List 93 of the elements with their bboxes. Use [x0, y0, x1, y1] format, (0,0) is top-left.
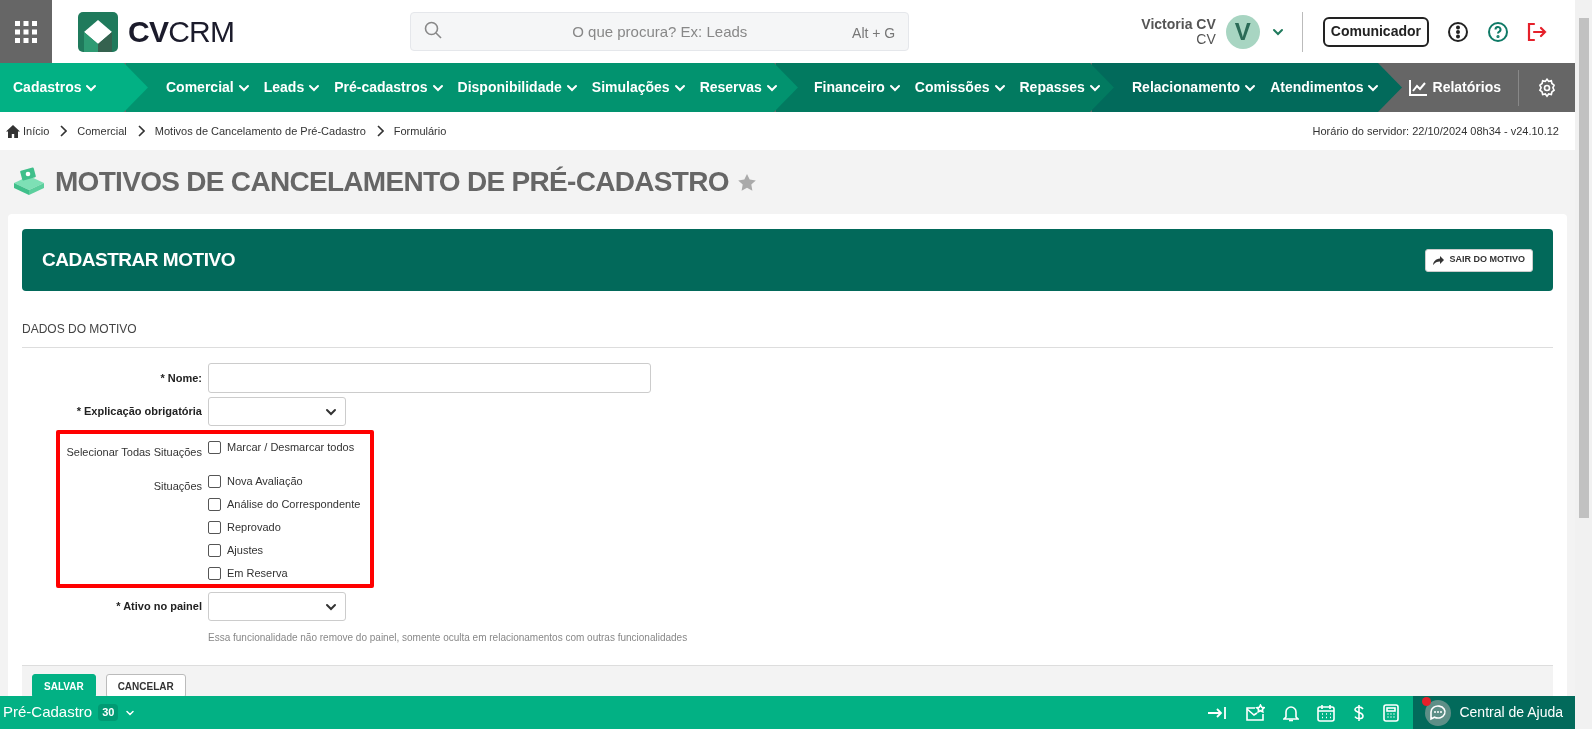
help-icon[interactable]: [1487, 20, 1509, 43]
chevron-down-icon: [1367, 83, 1380, 92]
nav-menu-item[interactable]: Pré-cadastros: [334, 77, 444, 98]
calculator-icon[interactable]: [1383, 703, 1400, 722]
checkbox-label: Análise do Correspondente: [227, 497, 361, 512]
chevron-down-icon[interactable]: [1271, 27, 1284, 36]
star-icon[interactable]: [736, 172, 757, 192]
user-subtitle: CV: [1196, 31, 1216, 47]
exit-button[interactable]: SAIR DO MOTIVO: [1425, 248, 1533, 272]
name-input[interactable]: [208, 363, 651, 393]
nav-menu-item[interactable]: Cadastros: [13, 77, 98, 98]
chevron-down-icon: [673, 83, 686, 92]
field-label: * Explicação obrigatória: [76, 405, 202, 417]
chevron-down-icon: [325, 602, 337, 611]
checkbox-label: Ajustes: [227, 543, 264, 558]
share-arrow-icon: [1433, 255, 1445, 265]
collapse-icon[interactable]: [1207, 704, 1228, 721]
money-stack-icon: [12, 167, 46, 197]
calendar-icon[interactable]: [1317, 703, 1336, 722]
checkbox-label: Em Reserva: [227, 566, 288, 581]
breadcrumb-link[interactable]: Comercial: [77, 122, 127, 140]
logo-icon: [78, 11, 118, 52]
form-title: CADASTRAR MOTIVO: [42, 247, 235, 272]
user-name: Victoria CV: [1141, 16, 1216, 32]
nav-menu-item[interactable]: Relacionamento: [1132, 77, 1257, 98]
chat-icon: [1425, 699, 1452, 726]
cancel-button[interactable]: CANCELAR: [105, 674, 186, 698]
nav-menu-item[interactable]: Atendimentos: [1270, 77, 1380, 98]
chevron-down-icon: [125, 709, 135, 716]
count-badge: 30: [98, 704, 119, 721]
chevron-down-icon: [308, 83, 321, 92]
chevron-right-icon: [375, 125, 384, 137]
chevron-down-icon: [85, 83, 98, 92]
chevron-down-icon: [237, 83, 250, 92]
more-options-icon[interactable]: [1447, 20, 1469, 43]
communicator-button[interactable]: Comunicador: [1322, 16, 1429, 47]
dropdown-field[interactable]: [208, 592, 346, 621]
nav-menu-item[interactable]: Simulações: [591, 77, 686, 98]
checkbox[interactable]: [208, 497, 221, 511]
dropdown-field[interactable]: [208, 397, 346, 426]
nav-menu-item[interactable]: Repasses: [1019, 77, 1101, 98]
bell-icon[interactable]: [1283, 703, 1300, 722]
chevron-right-icon: [59, 125, 68, 137]
breadcrumb-link[interactable]: Formulário: [393, 122, 447, 140]
module-switcher[interactable]: Pré-Cadastro 30: [0, 701, 137, 724]
chevron-down-icon: [325, 407, 337, 416]
mail-star-icon[interactable]: [1245, 703, 1266, 722]
apps-menu-button[interactable]: [0, 0, 52, 63]
nav-menu-item[interactable]: Reservas: [699, 77, 778, 98]
chevron-down-icon: [765, 83, 778, 92]
server-time: Horário do servidor: 22/10/2024 08h34 - v24.10.12: [1312, 123, 1559, 139]
reports-link[interactable]: Relatórios: [1408, 63, 1501, 112]
chevron-down-icon: [565, 83, 578, 92]
save-button[interactable]: SALVAR: [32, 674, 96, 698]
nav-menu-item[interactable]: Financeiro: [814, 77, 901, 98]
chevron-down-icon: [1088, 83, 1101, 92]
checkbox[interactable]: [208, 520, 221, 534]
settings-icon[interactable]: [1537, 77, 1557, 98]
checkbox-label: Marcar / Desmarcar todos: [227, 440, 355, 455]
chevron-down-icon: [993, 83, 1006, 92]
checkbox[interactable]: [208, 543, 221, 557]
keyboard-shortcut: Alt + G: [852, 24, 896, 43]
user-avatar: V: [1225, 14, 1260, 49]
chevron-down-icon: [431, 83, 444, 92]
breadcrumb-link[interactable]: Início: [23, 122, 50, 140]
field-label: Situações: [153, 480, 202, 492]
home-icon[interactable]: [6, 124, 20, 138]
search-icon: [424, 21, 443, 39]
help-center-button[interactable]: Central de Ajuda: [1413, 696, 1575, 729]
breadcrumb-link[interactable]: Motivos de Cancelamento de Pré-Cadastro: [154, 122, 366, 140]
chevron-down-icon: [1244, 83, 1257, 92]
nav-menu-item[interactable]: Comissões: [914, 77, 1006, 98]
field-label: * Nome:: [160, 372, 202, 384]
section-title: DADOS DO MOTIVO: [22, 322, 137, 336]
checkbox[interactable]: [208, 440, 221, 454]
nav-menu-item[interactable]: Leads: [263, 77, 321, 98]
checkbox[interactable]: [208, 566, 221, 580]
logo-text: CVCRM: [128, 14, 235, 50]
chevron-right-icon: [136, 125, 145, 137]
checkbox[interactable]: [208, 474, 221, 488]
checkbox-label: Nova Avaliação: [227, 474, 303, 489]
dollar-icon[interactable]: [1353, 703, 1366, 722]
page-title: MOTIVOS DE CANCELAMENTO DE PRÉ-CADASTRO: [55, 165, 729, 199]
line-chart-icon: [1408, 79, 1427, 96]
logout-icon[interactable]: [1525, 20, 1547, 43]
field-label: Selecionar Todas Situações: [66, 446, 202, 458]
checkbox-label: Reprovado: [227, 520, 281, 535]
nav-menu-item[interactable]: Comercial: [166, 77, 250, 98]
nav-menu-item[interactable]: Disponibilidade: [457, 77, 578, 98]
apps-grid-icon: [14, 19, 38, 44]
help-text: Essa funcionalidade não remove do painel, somente oculta em relacionamentos com outras funcionalidades: [208, 631, 688, 645]
field-label: * Ativo no painel: [116, 600, 202, 612]
chevron-down-icon: [888, 83, 901, 92]
